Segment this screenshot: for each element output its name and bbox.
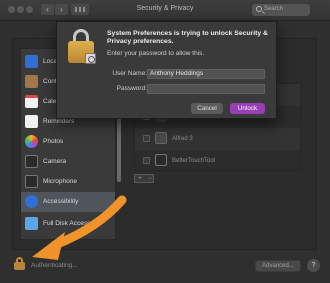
calendar-icon [25, 95, 38, 108]
bettertouchtool-icon [155, 154, 167, 166]
system-preferences-badge-icon [85, 53, 96, 64]
advanced-button[interactable]: Advanced... [255, 260, 301, 272]
security-privacy-window: ‹ › Security & Privacy Search Location S… [0, 0, 330, 283]
username-field[interactable]: Anthony Heddings [147, 69, 265, 79]
lock-icon [66, 29, 96, 64]
list-item[interactable]: BetterTouchTool [135, 150, 300, 170]
alfred-icon [155, 132, 167, 144]
dialog-subtitle: Enter your password to allow this. [107, 50, 205, 57]
title-bar: ‹ › Security & Privacy Search [0, 0, 330, 21]
dialog-title: System Preferences is trying to unlock S… [107, 30, 268, 45]
search-icon [256, 6, 262, 12]
app-checkbox[interactable] [143, 157, 150, 164]
reminders-list-icon [25, 115, 38, 128]
contacts-book-icon [25, 75, 38, 88]
remove-app-button[interactable]: − [145, 175, 155, 183]
annotation-arrow-icon [32, 195, 127, 260]
sidebar-item-label: Microphone [43, 178, 77, 185]
photos-flower-icon [25, 135, 38, 148]
app-label: Alfred 3 [172, 136, 193, 142]
sidebar-item-microphone[interactable]: Microphone [21, 172, 115, 192]
camera-icon [25, 155, 38, 168]
sidebar-item-camera[interactable]: Camera [21, 152, 115, 172]
app-label: BetterTouchTool [172, 158, 216, 164]
unlock-auth-dialog: System Preferences is trying to unlock S… [56, 21, 277, 119]
search-field[interactable]: Search [252, 4, 310, 16]
location-arrow-icon [25, 55, 38, 68]
cancel-button[interactable]: Cancel [191, 103, 223, 114]
sidebar-item-label: Reminders [43, 118, 75, 125]
app-checkbox[interactable] [143, 135, 150, 142]
add-remove-buttons: + − [134, 174, 154, 183]
search-placeholder: Search [264, 6, 284, 12]
add-app-button[interactable]: + [135, 175, 145, 183]
sidebar-item-photos[interactable]: Photos [21, 132, 115, 152]
microphone-icon [25, 175, 38, 188]
username-label: User Name: [112, 70, 147, 77]
help-button[interactable]: ? [307, 259, 320, 272]
sidebar-item-label: Photos [43, 138, 64, 145]
list-item[interactable]: Alfred 3 [135, 128, 300, 150]
sidebar-item-label: Camera [43, 158, 67, 165]
password-label: Password: [116, 85, 147, 92]
unlock-button[interactable]: Unlock [230, 103, 265, 114]
password-field[interactable] [147, 84, 265, 94]
